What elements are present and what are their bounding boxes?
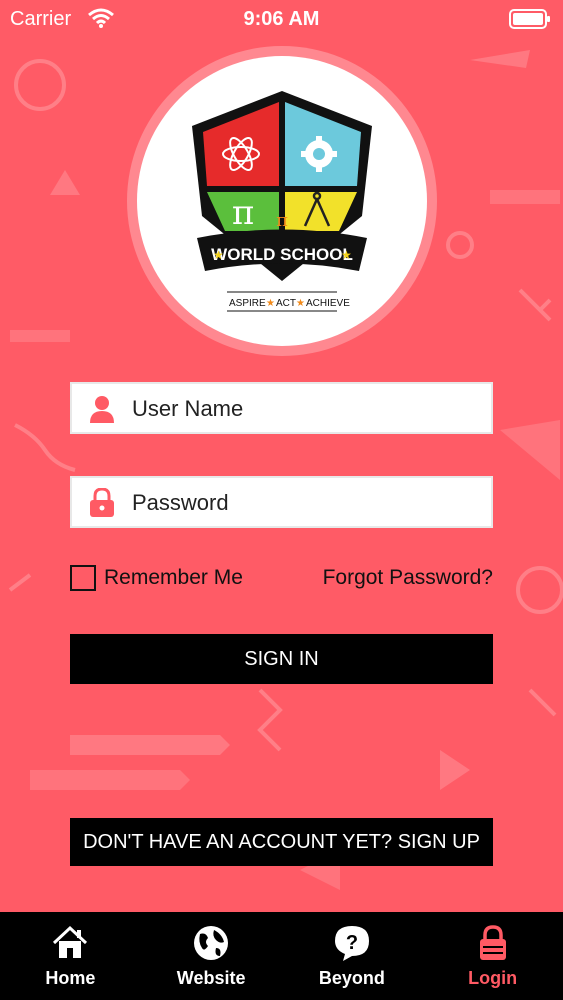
user-icon: [90, 396, 114, 423]
school-logo: π π WORLD SCHOOL ★ ★ ASPIRE ★ ACT ★ ACHI…: [127, 46, 437, 356]
tagline: ASPIRE ★ ACT ★ ACHIEVE: [229, 298, 350, 309]
battery-icon: [509, 9, 550, 29]
tab-label: Website: [176, 968, 246, 988]
status-bar: Carrier 9:06 AM: [0, 0, 563, 38]
star-icon: ★: [341, 248, 352, 262]
remember-checkbox[interactable]: [70, 565, 96, 591]
tab-label: Home: [45, 968, 96, 988]
username-field[interactable]: [70, 382, 493, 434]
star-icon: ★: [213, 248, 224, 262]
tab-label: Login: [468, 968, 518, 988]
remember-label: Remember Me: [104, 566, 243, 589]
clock: 9:06 AM: [243, 8, 320, 30]
lock-icon: [90, 488, 114, 517]
forgot-password-link[interactable]: Forgot Password?: [323, 564, 493, 592]
password-field[interactable]: [70, 476, 493, 528]
remember-me[interactable]: Remember Me: [70, 564, 243, 592]
lock-icon: [479, 925, 506, 960]
tab-bar: Home Website ? Beyond Login: [0, 912, 563, 1000]
tab-website[interactable]: Website: [141, 912, 282, 1000]
shield-emblem: π π WORLD SCHOOL ★ ★ ASPIRE ★ ACT ★ ACHI…: [192, 91, 372, 312]
password-input[interactable]: [132, 486, 482, 520]
globe-icon: [194, 926, 229, 960]
pi-symbol: π: [232, 193, 254, 233]
sign-up-button[interactable]: DON'T HAVE AN ACCOUNT YET? SIGN UP: [70, 818, 493, 866]
question-bubble-icon: ?: [334, 926, 369, 961]
sign-in-button[interactable]: SIGN IN: [70, 634, 493, 684]
tab-label: Beyond: [318, 968, 385, 988]
tab-login[interactable]: Login: [422, 912, 563, 1000]
brand-name: WORLD SCHOOL: [211, 245, 353, 264]
brand-symbol: π: [276, 210, 288, 231]
home-icon: [53, 925, 88, 958]
tab-beyond[interactable]: ? Beyond: [282, 912, 423, 1000]
tab-home[interactable]: Home: [0, 912, 141, 1000]
svg-text:?: ?: [346, 932, 358, 954]
username-input[interactable]: [132, 392, 482, 426]
